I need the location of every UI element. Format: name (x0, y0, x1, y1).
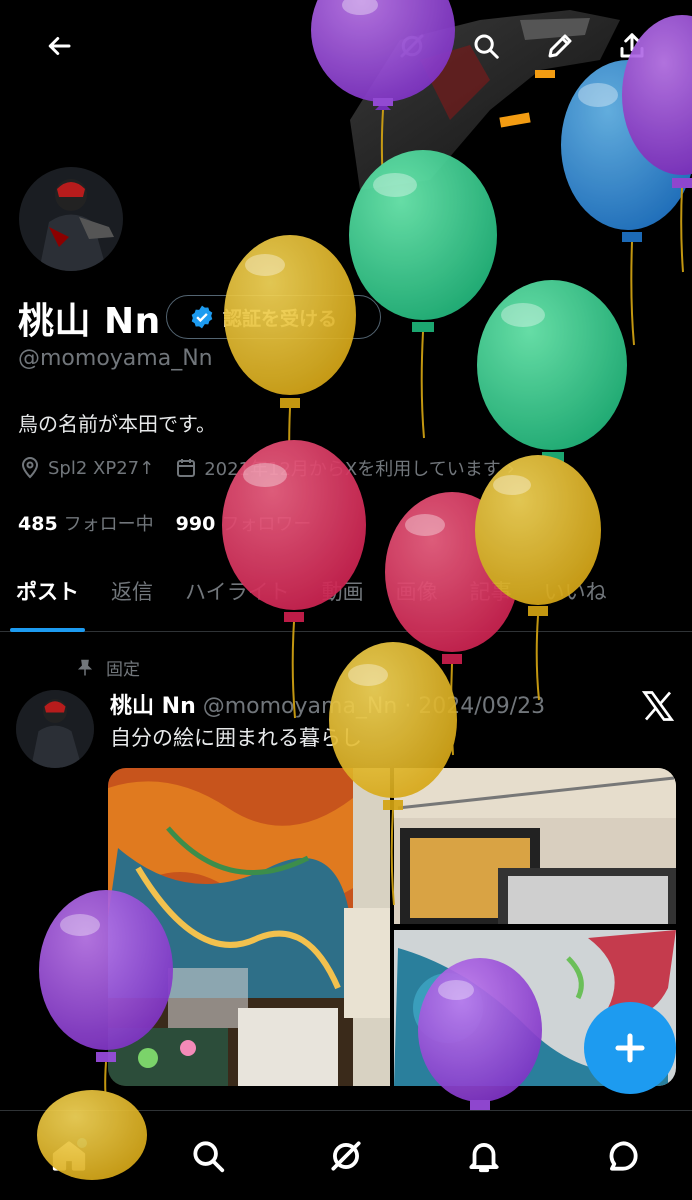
profile-joined: 2021年12月からXを利用しています (204, 459, 501, 480)
chat-icon (609, 1140, 638, 1171)
back-button[interactable] (37, 24, 81, 68)
share-icon (620, 33, 644, 58)
post-header: 桃山 Nn @momoyama_Nn · 2024/09/23 (110, 688, 545, 720)
tab-replies[interactable]: 返信 (95, 576, 169, 632)
pinned-label: 固定 (106, 660, 140, 680)
profile-location: Spl2 XP27↑ (48, 457, 155, 479)
pinned-indicator: 固定 (76, 655, 140, 680)
profile-meta: Spl2 XP27↑ 2021年12月からXを利用しています › (18, 455, 515, 481)
followers-count: 990 (175, 513, 216, 535)
grok-button[interactable] (390, 24, 434, 68)
share-button[interactable] (610, 24, 654, 68)
tab-videos[interactable]: 動画 (306, 576, 380, 632)
profile-name: 桃山 Nn (18, 301, 161, 342)
following-count: 485 (18, 513, 58, 535)
following-label: フォロー中 (63, 514, 154, 535)
post-author-name[interactable]: 桃山 Nn (110, 694, 196, 719)
get-verified-label: 認証を受ける (223, 307, 338, 330)
search-icon (474, 34, 499, 59)
get-verified-button[interactable]: 認証を受ける (166, 295, 381, 339)
x-logo-icon (641, 691, 675, 721)
nav-notifications[interactable] (454, 1126, 514, 1186)
edit-button[interactable] (538, 24, 582, 68)
nav-grok[interactable] (316, 1126, 376, 1186)
calendar-icon (177, 459, 196, 477)
profile-handle: @momoyama_Nn (18, 346, 213, 371)
post-text: 自分の絵に囲まれる暮らし (110, 726, 362, 750)
back-arrow-icon (48, 37, 71, 55)
followers-label: フォロワー (221, 514, 312, 535)
balloon-green (477, 280, 627, 571)
followers-link[interactable]: 990 フォロワー (176, 510, 312, 536)
profile-tabs: ポスト 返信 ハイライト 動画 画像 記事 いいね (0, 560, 692, 632)
search-icon (193, 1140, 224, 1172)
bottom-navigation (0, 1110, 692, 1200)
following-link[interactable]: 485 フォロー中 (18, 510, 154, 536)
compose-button[interactable] (584, 1002, 676, 1094)
avatar-rider-image (16, 690, 94, 768)
tab-posts[interactable]: ポスト (0, 576, 95, 632)
tab-photos[interactable]: 画像 (380, 576, 454, 632)
notification-dot (77, 1137, 88, 1148)
profile-screen: 桃山 Nn 認証を受ける @momoyama_Nn 鳥の名前が本田です。 Spl… (0, 0, 692, 1200)
profile-bio: 鳥の名前が本田です。 (18, 412, 216, 436)
plus-icon (615, 1033, 645, 1063)
pin-icon (77, 659, 93, 675)
tab-articles[interactable]: 記事 (454, 576, 528, 632)
grok-icon (400, 34, 424, 58)
bell-icon (469, 1142, 499, 1172)
pen-icon (548, 34, 572, 58)
verified-badge-icon (191, 305, 213, 329)
profile-banner (0, 0, 692, 200)
profile-avatar[interactable] (16, 164, 126, 274)
grok-icon (331, 1140, 361, 1171)
avatar-rider-image (19, 167, 123, 271)
tab-likes[interactable]: いいね (528, 576, 623, 632)
nav-messages[interactable] (593, 1126, 653, 1186)
chevron-right-icon: › (506, 456, 515, 480)
search-button[interactable] (464, 24, 508, 68)
post-actions-partial (0, 1096, 692, 1110)
follow-counts: 485 フォロー中 990 フォロワー (18, 510, 311, 536)
post-author-avatar[interactable] (16, 690, 94, 768)
location-pin-icon (21, 457, 39, 479)
tab-highlights[interactable]: ハイライト (169, 576, 306, 632)
post-author-handle-date: @momoyama_Nn · 2024/09/23 (202, 694, 546, 719)
nav-search[interactable] (178, 1126, 238, 1186)
nav-home[interactable] (39, 1126, 99, 1186)
